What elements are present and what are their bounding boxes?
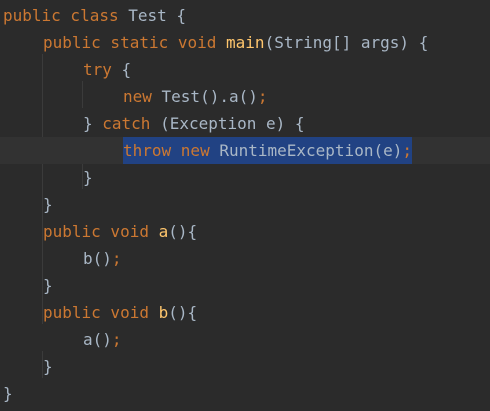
code-text: } catch (Exception e) { [83,110,305,137]
code-token: b [158,303,169,322]
code-token: catch [102,114,161,133]
code-text: } [83,164,93,191]
code-token: Test { [128,6,187,25]
code-token: { [121,60,132,79]
code-token: Test().a() [161,87,258,106]
code-text: } [43,272,53,299]
code-text: public static void main(String[] args) { [43,29,428,56]
code-token: RuntimeException(e) [219,141,403,160]
code-line[interactable]: public void a(){ [0,218,490,245]
code-token: try [83,60,122,79]
code-token: } [43,276,53,295]
code-token: ; [111,249,122,268]
code-token: public class [3,6,129,25]
code-token: main [226,33,265,52]
code-token: } [43,357,53,376]
code-token: new [123,87,162,106]
code-token: (){ [168,303,198,322]
code-text: public void b(){ [43,299,197,326]
code-text: public class Test { [3,2,186,29]
code-line[interactable]: try { [0,56,490,83]
code-editor[interactable]: public class Test {public static void ma… [0,0,490,411]
code-token: a [158,222,169,241]
code-line[interactable]: public static void main(String[] args) { [0,29,490,56]
code-text: new Test().a(); [123,83,268,110]
code-token: public static void [43,33,227,52]
code-token: } [83,114,103,133]
code-text: } [43,191,53,218]
code-line[interactable]: b(); [0,245,490,272]
code-line[interactable]: } [0,353,490,380]
code-line[interactable]: public void b(){ [0,299,490,326]
code-text: b(); [83,245,122,272]
code-token: ; [111,330,122,349]
code-line[interactable]: } [0,380,490,407]
code-token: (String[] args) { [264,33,429,52]
code-line[interactable]: } [0,272,490,299]
code-text: public void a(){ [43,218,197,245]
code-text: } [43,353,53,380]
code-token: b() [83,249,112,268]
code-line[interactable]: } [0,191,490,218]
code-token: } [83,168,93,187]
selected-code-text: throw new RuntimeException(e); [123,137,412,164]
code-token: a() [83,330,112,349]
code-token: (){ [168,222,198,241]
code-line[interactable]: } [0,164,490,191]
code-token: ; [257,87,268,106]
code-token: } [43,195,53,214]
code-token: } [3,384,13,403]
code-text: a(); [83,326,122,353]
code-text: try { [83,56,131,83]
code-token: ; [402,141,412,160]
code-line[interactable]: a(); [0,326,490,353]
code-text: } [3,380,13,407]
code-token: public void [43,222,159,241]
code-token: throw new [123,141,220,160]
code-line[interactable]: new Test().a(); [0,83,490,110]
code-line[interactable]: } catch (Exception e) { [0,110,490,137]
code-token: (Exception e) { [160,114,305,133]
code-line[interactable]: throw new RuntimeException(e); [0,137,490,164]
code-line[interactable]: public class Test { [0,2,490,29]
code-token: public void [43,303,159,322]
